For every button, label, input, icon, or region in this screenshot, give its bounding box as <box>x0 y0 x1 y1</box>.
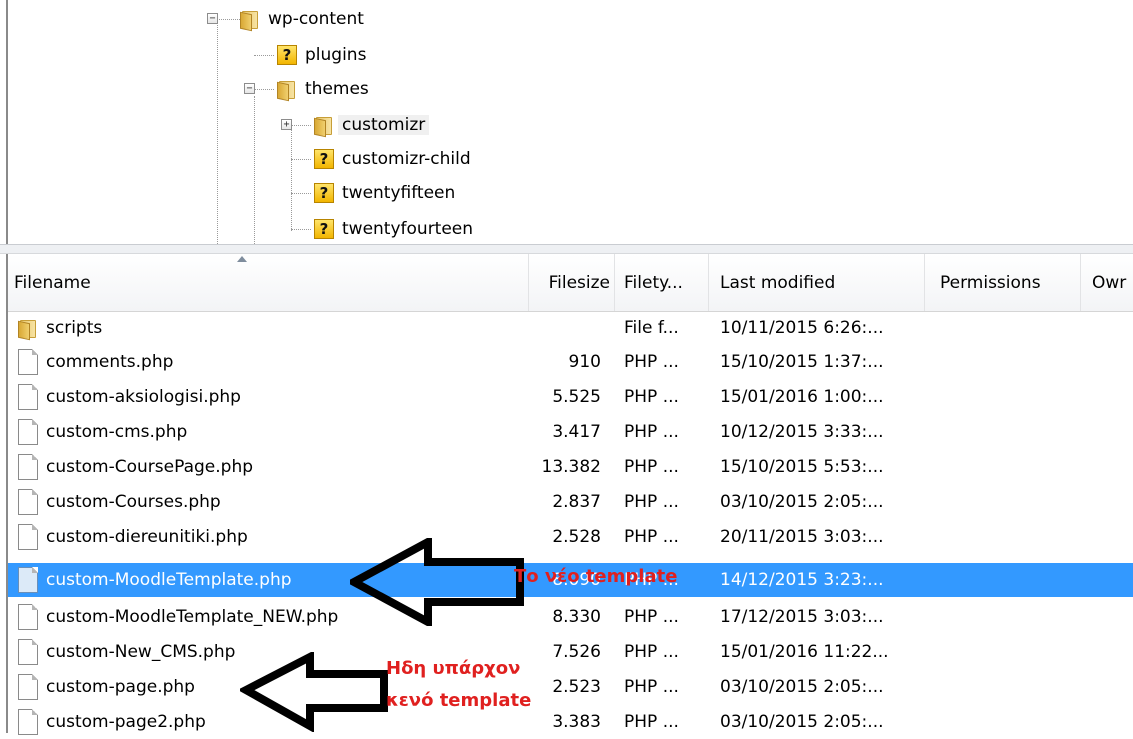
tree-node-wp-content[interactable]: wp-content <box>240 4 364 34</box>
file-icon <box>18 489 38 515</box>
folder-icon <box>18 318 38 341</box>
file-icon <box>18 709 38 735</box>
file-row-scripts[interactable]: scripts File f... 10/11/2015 6:26:... <box>8 311 1133 345</box>
file-icon <box>18 604 38 630</box>
tree-node-twentyfifteen[interactable]: ? twentyfifteen <box>314 178 455 208</box>
file-row-custom-diereunitiki[interactable]: custom-diereunitiki.php 2.528 PHP ... 20… <box>8 520 1133 554</box>
file-list-pane: Filename Filesize Filety... Last modifie… <box>0 254 1133 735</box>
tree-node-plugins[interactable]: ? plugins <box>277 40 366 70</box>
pane-splitter[interactable] <box>0 244 1133 254</box>
unknown-folder-icon: ? <box>277 45 297 65</box>
file-row-comments[interactable]: comments.php 910 PHP ... 15/10/2015 1:37… <box>8 345 1133 379</box>
tree-node-customizr[interactable]: customizr <box>314 110 430 140</box>
tree-node-customizr-child[interactable]: ? customizr-child <box>314 144 471 174</box>
file-row-custom-aksiologisi[interactable]: custom-aksiologisi.php 5.525 PHP ... 15/… <box>8 380 1133 414</box>
annotation-arrow-existing-template <box>240 652 388 732</box>
unknown-folder-icon: ? <box>314 149 334 169</box>
file-row-custom-new-cms[interactable]: custom-New_CMS.php 7.526 PHP ... 15/01/2… <box>8 635 1133 669</box>
folder-icon <box>240 9 260 32</box>
file-icon <box>18 639 38 665</box>
file-row-custom-cms[interactable]: custom-cms.php 3.417 PHP ... 10/12/2015 … <box>8 415 1133 449</box>
file-icon <box>18 674 38 700</box>
tree-node-twentyfourteen[interactable]: ? twentyfourteen <box>314 214 473 244</box>
file-icon <box>18 524 38 550</box>
collapse-wp-content-toggle[interactable]: − <box>207 13 218 24</box>
column-header-filetype[interactable]: Filety... <box>614 254 708 311</box>
file-row-custom-moodletemplate-new[interactable]: custom-MoodleTemplate_NEW.php 8.330 PHP … <box>8 600 1133 634</box>
file-icon <box>18 567 38 593</box>
tree-node-themes[interactable]: themes <box>277 74 369 104</box>
annotation-arrow-new-template <box>350 538 524 626</box>
column-header-filename[interactable]: Filename <box>8 254 528 311</box>
file-icon <box>18 419 38 445</box>
annotation-existing-template-line2: κενό template <box>386 690 532 711</box>
file-row-custom-page2[interactable]: custom-page2.php 3.383 PHP ... 03/10/201… <box>8 705 1133 739</box>
collapse-themes-toggle[interactable]: − <box>244 83 255 94</box>
column-header-row: Filename Filesize Filety... Last modifie… <box>8 254 1133 312</box>
unknown-folder-icon: ? <box>314 183 334 203</box>
column-header-filesize[interactable]: Filesize <box>528 254 614 311</box>
expand-customizr-toggle[interactable]: + <box>281 119 292 130</box>
file-row-custom-courses[interactable]: custom-Courses.php 2.837 PHP ... 03/10/2… <box>8 485 1133 519</box>
folder-icon <box>277 79 297 102</box>
column-header-last-modified[interactable]: Last modified <box>708 254 924 311</box>
directory-tree-pane: − − + wp-content ? plugins themes custom… <box>0 0 1133 244</box>
file-icon <box>18 384 38 410</box>
pane-border <box>6 0 8 244</box>
column-header-permissions[interactable]: Permissions <box>924 254 1080 311</box>
annotation-existing-template-line1: Ηδη υπάρχον <box>386 658 521 679</box>
file-row-custom-coursepage[interactable]: custom-CoursePage.php 13.382 PHP ... 15/… <box>8 450 1133 484</box>
file-icon <box>18 349 38 375</box>
column-header-owner[interactable]: Owr <box>1080 254 1133 311</box>
folder-icon <box>314 115 334 138</box>
unknown-folder-icon: ? <box>314 219 334 239</box>
file-row-custom-page[interactable]: custom-page.php 2.523 PHP ... 03/10/2015… <box>8 670 1133 704</box>
annotation-new-template: Το νέο template <box>514 566 678 587</box>
file-icon <box>18 454 38 480</box>
